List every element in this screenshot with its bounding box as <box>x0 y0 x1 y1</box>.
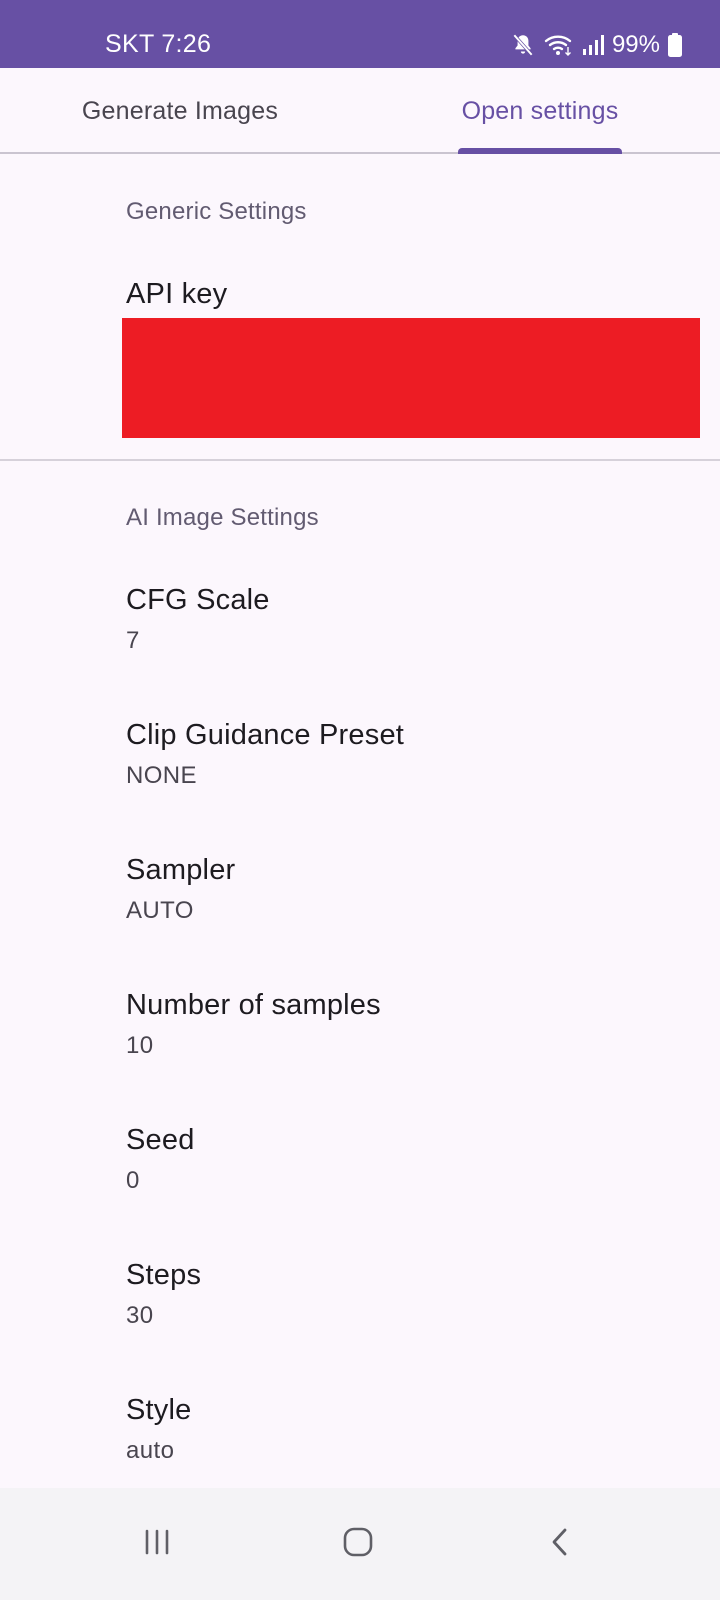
pref-title: CFG Scale <box>126 584 270 616</box>
battery-icon <box>668 33 682 57</box>
section-divider <box>0 459 720 461</box>
pref-value: 30 <box>126 1302 154 1329</box>
recent-apps-icon[interactable] <box>127 1512 187 1572</box>
wifi-icon <box>544 32 574 58</box>
generic-settings-header: Generic Settings <box>126 198 307 225</box>
pref-title: Number of samples <box>126 989 381 1021</box>
status-time: SKT 7:26 <box>105 30 212 58</box>
pref-title: Style <box>126 1394 192 1426</box>
home-icon[interactable] <box>328 1512 388 1572</box>
tab-bar: Generate Images Open settings <box>0 68 720 154</box>
pref-value: 0 <box>126 1167 140 1194</box>
back-icon[interactable] <box>530 1512 590 1572</box>
pref-value: NONE <box>126 762 197 789</box>
signal-icon <box>582 33 604 57</box>
battery-percent: 99% <box>611 31 660 58</box>
pref-title: Steps <box>126 1259 202 1291</box>
pref-value: AUTO <box>126 897 194 924</box>
mute-icon <box>510 32 536 58</box>
status-icons: 99% <box>510 28 682 62</box>
tab-generate-images[interactable]: Generate Images <box>0 68 360 152</box>
tab-indicator <box>458 148 622 154</box>
pref-title: Seed <box>126 1124 195 1156</box>
status-bar: SKT 7:26 99% <box>0 0 720 68</box>
system-nav-bar <box>0 1488 720 1600</box>
pref-title: Sampler <box>126 854 236 886</box>
redacted-api-key-value <box>122 318 700 438</box>
api-key-title[interactable]: API key <box>126 278 227 311</box>
pref-title: Clip Guidance Preset <box>126 719 405 751</box>
tab-open-settings[interactable]: Open settings <box>360 68 720 152</box>
pref-value: 7 <box>126 627 140 654</box>
ai-image-settings-header: AI Image Settings <box>126 504 319 531</box>
pref-value: 10 <box>126 1032 154 1059</box>
pref-value: auto <box>126 1437 175 1464</box>
